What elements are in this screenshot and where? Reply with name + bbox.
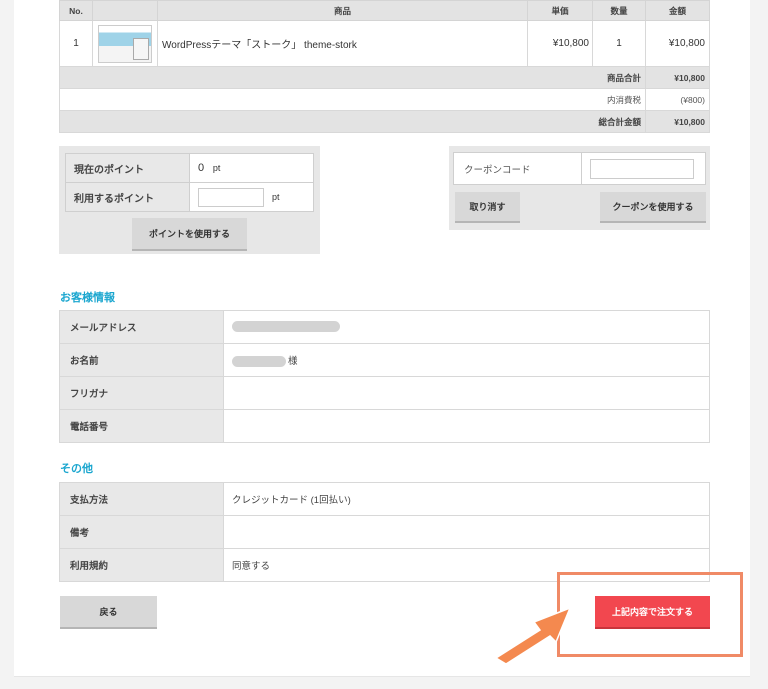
quantity: 1 xyxy=(592,20,646,67)
table-row: 1 WordPressテーマ「ストーク」 theme-stork ¥10,800… xyxy=(59,20,710,67)
use-points-input[interactable] xyxy=(198,187,264,207)
points-table: 現在のポイント 0 pt 利用するポイント pt xyxy=(65,153,314,212)
use-points-unit: pt xyxy=(272,191,280,202)
unit-price: ¥10,800 xyxy=(527,20,593,67)
order-table-header: No. 商品 単価 数量 金額 xyxy=(59,0,710,21)
table-row: フリガナ xyxy=(59,376,710,410)
use-points-button[interactable]: ポイントを使用する xyxy=(132,218,247,251)
table-row: 電話番号 xyxy=(59,409,710,443)
subtotal-value: ¥10,800 xyxy=(645,66,710,89)
col-product: 商品 xyxy=(157,0,528,21)
col-amount: 金額 xyxy=(645,0,710,21)
coupon-code-input[interactable] xyxy=(590,158,694,179)
other-heading: その他 xyxy=(60,463,93,475)
col-qty: 数量 xyxy=(592,0,646,21)
order-table: No. 商品 単価 数量 金額 1 WordPressテーマ「ストーク」 the… xyxy=(59,0,710,133)
use-points-label: 利用するポイント xyxy=(65,182,190,212)
email-redacted xyxy=(232,321,340,333)
current-points-number: 0 xyxy=(198,162,205,174)
use-points-cell: pt xyxy=(189,182,314,212)
table-row: 備考 xyxy=(59,515,710,549)
payment-method-value: クレジットカード (1回払い) xyxy=(223,482,710,516)
payment-method-label: 支払方法 xyxy=(59,482,224,516)
coupon-code-cell xyxy=(581,152,706,185)
table-row: メールアドレス xyxy=(59,310,710,344)
phone-value xyxy=(223,409,710,443)
product-name[interactable]: WordPressテーマ「ストーク」 theme-stork xyxy=(157,20,528,67)
remarks-label: 備考 xyxy=(59,515,224,549)
coupon-code-label: クーポンコード xyxy=(453,152,582,185)
col-no: No. xyxy=(59,0,93,21)
back-button[interactable]: 戻る xyxy=(60,596,157,629)
total-value: ¥10,800 xyxy=(645,110,710,133)
phone-label: 電話番号 xyxy=(59,409,224,443)
row-no: 1 xyxy=(59,20,93,67)
table-row: 支払方法 クレジットカード (1回払い) xyxy=(59,482,710,516)
remarks-value xyxy=(223,515,710,549)
current-points-value: 0 pt xyxy=(189,153,314,183)
name-honorific: 様 xyxy=(288,356,298,367)
name-label: お名前 xyxy=(59,343,224,377)
coupon-cancel-button[interactable]: 取り消す xyxy=(455,192,520,223)
total-label: 総合計金額 xyxy=(59,110,646,133)
customer-info-table: メールアドレス お名前 様 フリガナ 電話番号 xyxy=(59,310,710,443)
highlight-box xyxy=(557,572,743,657)
furigana-label: フリガナ xyxy=(59,376,224,410)
other-info-table: 支払方法 クレジットカード (1回払い) 備考 利用規約 同意する xyxy=(59,482,710,582)
email-value xyxy=(223,310,710,344)
total-row: 総合計金額 ¥10,800 xyxy=(59,110,710,133)
current-points-label: 現在のポイント xyxy=(65,153,190,183)
terms-label: 利用規約 xyxy=(59,548,224,582)
coupon-table: クーポンコード xyxy=(453,152,706,185)
tax-row: 内消費税 (¥800) xyxy=(59,88,710,111)
subtotal-row: 商品合計 ¥10,800 xyxy=(59,66,710,89)
product-thumbnail[interactable] xyxy=(92,20,158,67)
amount: ¥10,800 xyxy=(645,20,710,67)
subtotal-label: 商品合計 xyxy=(59,66,646,89)
current-points-unit: pt xyxy=(212,163,221,173)
tax-label: 内消費税 xyxy=(59,88,646,111)
name-redacted xyxy=(232,355,286,367)
coupon-use-button[interactable]: クーポンを使用する xyxy=(600,192,706,223)
name-value: 様 xyxy=(223,343,710,377)
tax-value: (¥800) xyxy=(645,88,710,111)
pointer-arrow-icon xyxy=(494,606,572,665)
email-label: メールアドレス xyxy=(59,310,224,344)
table-row: お名前 様 xyxy=(59,343,710,377)
col-unit-price: 単価 xyxy=(527,0,593,21)
customer-info-heading: お客様情報 xyxy=(60,292,115,304)
furigana-value xyxy=(223,376,710,410)
col-image xyxy=(92,0,158,21)
